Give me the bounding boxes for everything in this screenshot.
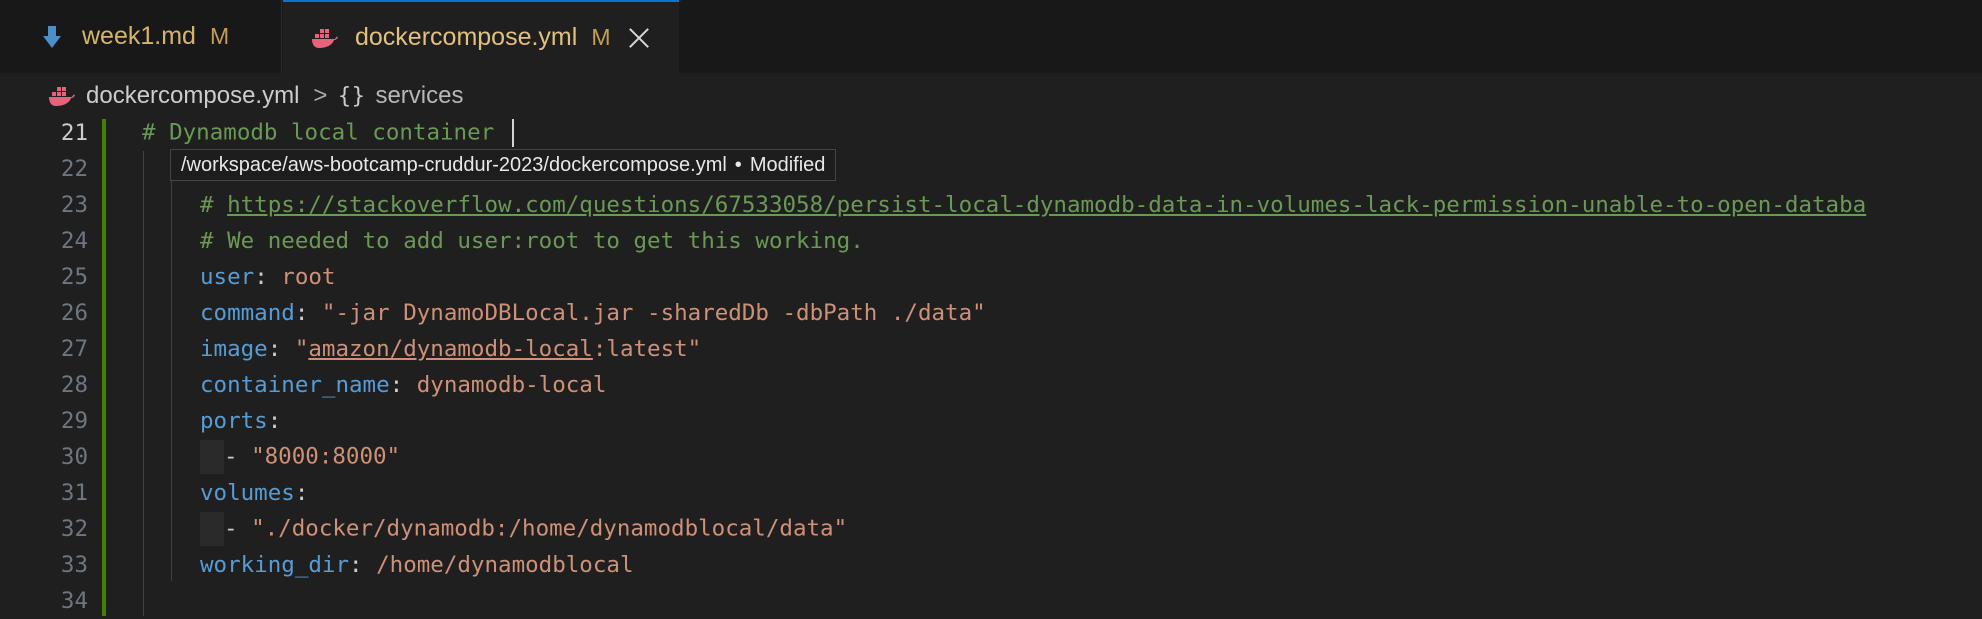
tooltip-separator: •	[734, 153, 742, 176]
code-editor[interactable]: 21# Dynamodb local container 22d23# http…	[0, 119, 1982, 616]
code-token: :	[254, 264, 282, 290]
tab-label: week1.md	[82, 22, 196, 50]
code-line[interactable]: 28 container_name: dynamodb-local	[0, 367, 1982, 403]
markdown-arrow-icon	[38, 23, 66, 51]
code-line[interactable]: 32 - "./docker/dynamodb:/home/dynamodbloc…	[0, 511, 1982, 547]
code-token: :	[294, 480, 309, 506]
indent-whitespace	[200, 440, 224, 474]
tab-label: dockercompose.yml	[355, 23, 578, 51]
code-token: #	[200, 192, 228, 218]
line-number: 24	[60, 228, 88, 254]
code-token: -	[224, 443, 252, 470]
line-number: 23	[60, 192, 88, 218]
tooltip-status: Modified	[749, 153, 826, 176]
code-line[interactable]: 25 user: root	[0, 259, 1982, 295]
line-number: 34	[60, 588, 88, 614]
code-token: "	[294, 336, 309, 362]
breadcrumb: dockercompose.yml > {} services	[0, 73, 1982, 119]
line-number: 32	[60, 516, 88, 542]
line-number: 21	[60, 120, 88, 146]
code-token: volumes	[200, 480, 295, 506]
close-icon[interactable]	[628, 27, 650, 49]
line-number: 27	[60, 336, 88, 362]
indent-guide	[143, 151, 144, 616]
code-line[interactable]: 24 # We needed to add user:root to get th…	[0, 223, 1982, 259]
code-token: "./docker/dynamodb:/home/dynamodblocal/d…	[251, 515, 848, 542]
code-token: # Dynamodb local container	[142, 119, 508, 146]
breadcrumb-symbol[interactable]: services	[375, 82, 463, 110]
line-content: image: "amazon/dynamodb-local:latest"	[200, 336, 701, 362]
line-content: - "./docker/dynamodb:/home/dynamodblocal…	[200, 512, 847, 546]
code-line[interactable]: 29 ports:	[0, 403, 1982, 439]
code-token: "-jar DynamoDBLocal.jar -sharedDb -dbPat…	[321, 300, 986, 326]
code-token: user	[200, 264, 255, 290]
line-content: command: "-jar DynamoDBLocal.jar -shared…	[200, 300, 986, 326]
code-token: :	[267, 408, 282, 434]
line-content: # We needed to add user:root to get this…	[200, 228, 864, 254]
modified-badge: M	[209, 23, 230, 49]
code-token: working_dir	[200, 552, 350, 578]
line-content: user: root	[200, 264, 335, 290]
code-token: :latest"	[592, 336, 702, 362]
code-token: root	[281, 264, 336, 290]
code-token: ports	[200, 408, 268, 434]
breadcrumb-file[interactable]: dockercompose.yml	[86, 82, 299, 110]
line-number: 30	[60, 444, 88, 470]
line-number: 33	[60, 552, 88, 578]
code-token: amazon/dynamodb-local	[308, 336, 593, 362]
code-token[interactable]: https://stackoverflow.com/questions/6753…	[227, 192, 1866, 218]
tooltip-path: /workspace/aws-bootcamp-cruddur-2023/doc…	[181, 153, 727, 176]
code-token: -	[224, 515, 252, 542]
code-line[interactable]: 30 - "8000:8000"	[0, 439, 1982, 475]
line-content: # https://stackoverflow.com/questions/67…	[200, 192, 1866, 218]
indent-guide	[171, 151, 172, 581]
code-line[interactable]: 31 volumes:	[0, 475, 1982, 511]
code-token: :	[349, 552, 377, 578]
code-token: dynamodb-local	[416, 372, 607, 398]
code-token: :	[389, 372, 417, 398]
chevron-right-icon: >	[313, 82, 328, 109]
code-token: # We needed to add user:root to get this…	[200, 228, 864, 254]
docker-icon	[311, 24, 339, 52]
code-line[interactable]: 27 image: "amazon/dynamodb-local:latest"	[0, 331, 1982, 367]
line-number: 25	[60, 264, 88, 290]
code-token: command	[200, 300, 295, 326]
docker-icon	[48, 83, 76, 109]
tab-dockercompose-yml[interactable]: dockercompose.yml M	[283, 0, 679, 73]
line-number: 29	[60, 408, 88, 434]
tab-bar: week1.md M dockercompose.yml M	[0, 0, 1982, 73]
code-line[interactable]: 33 working_dir: /home/dynamodblocal	[0, 547, 1982, 583]
line-content: volumes:	[200, 480, 308, 506]
line-number: 26	[60, 300, 88, 326]
code-line[interactable]: 21 # Dynamodb local container	[0, 115, 1982, 151]
indent-whitespace	[200, 512, 224, 546]
modified-badge: M	[591, 24, 611, 50]
line-number: 31	[60, 480, 88, 506]
code-token: image	[200, 336, 268, 362]
line-content: # Dynamodb local container	[142, 119, 514, 147]
code-token: "8000:8000"	[251, 443, 401, 470]
line-content: working_dir: /home/dynamodblocal	[200, 552, 634, 578]
braces-icon: {}	[337, 83, 366, 109]
tab-week1-md[interactable]: week1.md M	[10, 0, 282, 73]
code-line[interactable]: 26 command: "-jar DynamoDBLocal.jar -shar…	[0, 295, 1982, 331]
code-token: :	[294, 300, 322, 326]
code-token: container_name	[200, 372, 390, 398]
text-cursor	[511, 119, 514, 147]
line-content: ports:	[200, 408, 281, 434]
line-content: container_name: dynamodb-local	[200, 372, 606, 398]
code-token: :	[267, 336, 295, 362]
line-number: 28	[60, 372, 88, 398]
code-line[interactable]: 34	[0, 583, 1982, 619]
code-line[interactable]: 23 # https://stackoverflow.com/questions/…	[0, 187, 1982, 223]
tab-path-tooltip: /workspace/aws-bootcamp-cruddur-2023/doc…	[170, 149, 837, 181]
code-token: /home/dynamodblocal	[376, 552, 634, 578]
line-number: 22	[60, 156, 88, 182]
line-content: - "8000:8000"	[200, 440, 400, 474]
